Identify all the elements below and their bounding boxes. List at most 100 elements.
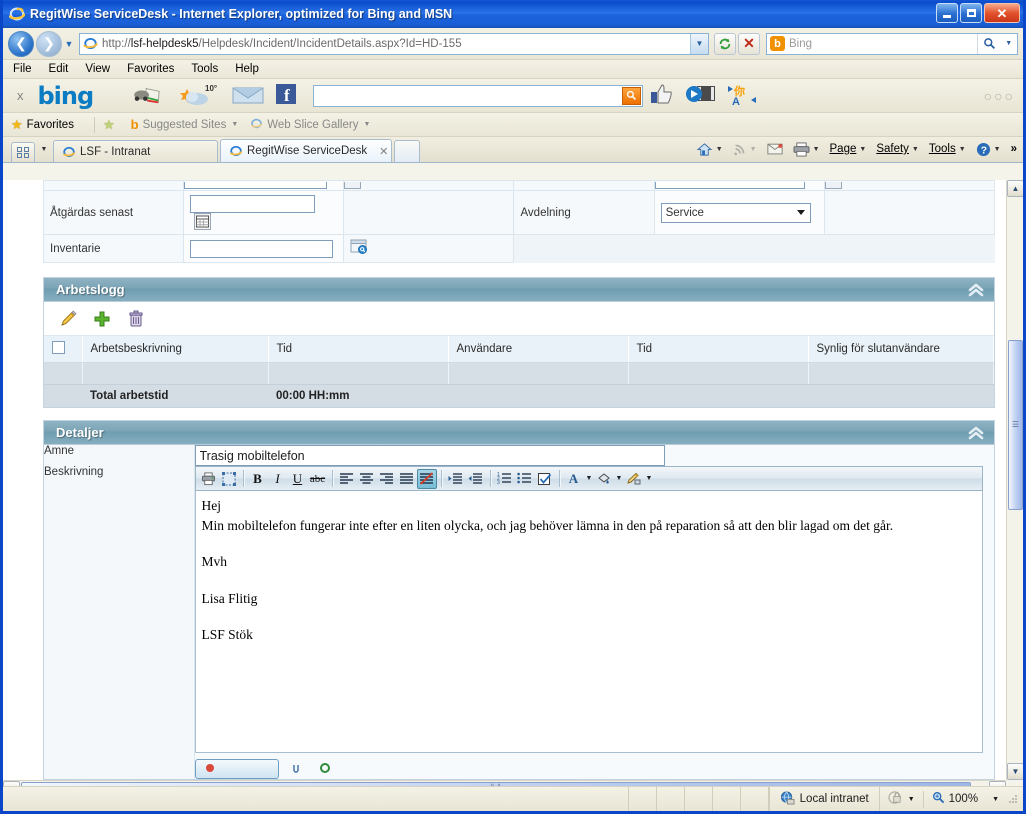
- web-slice-gallery-button[interactable]: Web Slice Gallery ▼: [250, 117, 370, 133]
- inventarie-lookup-button[interactable]: [350, 239, 368, 258]
- font-color-icon[interactable]: A: [564, 469, 584, 489]
- menu-item-view[interactable]: View: [85, 63, 110, 75]
- search-dropdown-icon[interactable]: ▼: [1005, 40, 1012, 47]
- address-dropdown-icon[interactable]: ▼: [690, 33, 708, 54]
- bullet-list-icon[interactable]: [515, 469, 535, 489]
- grid-col-tid[interactable]: Tid: [268, 336, 449, 363]
- quick-tabs-button[interactable]: [11, 142, 35, 162]
- back-button[interactable]: ❮: [8, 30, 34, 57]
- grid-col-synlig[interactable]: Synlig för slutanvändare: [808, 336, 994, 363]
- print-button[interactable]: ▼: [793, 141, 820, 157]
- vertical-scroll-thumb[interactable]: ☰: [1008, 340, 1023, 510]
- align-justify-icon[interactable]: [397, 469, 417, 489]
- amne-input[interactable]: [194, 445, 665, 466]
- chevron-down-icon[interactable]: ▼: [716, 146, 723, 153]
- maximize-button[interactable]: [960, 3, 982, 23]
- video-icon[interactable]: [685, 83, 717, 109]
- print-icon[interactable]: [199, 469, 219, 489]
- attach-link[interactable]: [291, 762, 307, 777]
- select-all-checkbox[interactable]: [52, 341, 65, 354]
- strikethrough-icon[interactable]: abc: [308, 469, 328, 489]
- edit-icon[interactable]: [58, 309, 78, 329]
- recent-pages-dropdown[interactable]: ▼: [62, 39, 76, 49]
- align-center-icon[interactable]: [357, 469, 377, 489]
- tab-close-icon[interactable]: ✕: [379, 145, 388, 158]
- align-left-icon[interactable]: [337, 469, 357, 489]
- read-mail-button[interactable]: [767, 143, 783, 156]
- address-bar[interactable]: http://lsf-helpdesk5/Helpdesk/Incident/I…: [79, 32, 709, 55]
- remove-format-icon[interactable]: [416, 468, 437, 489]
- chevron-down-icon[interactable]: ▼: [813, 146, 820, 153]
- menu-item-edit[interactable]: Edit: [49, 63, 69, 75]
- align-right-icon[interactable]: [377, 469, 397, 489]
- security-zone-indicator[interactable]: Local intranet: [768, 786, 880, 811]
- format-painter-icon[interactable]: [624, 469, 644, 489]
- weather-icon[interactable]: 10°: [177, 83, 221, 109]
- grid-col-arbetsbeskrivning[interactable]: Arbetsbeskrivning: [82, 336, 269, 363]
- zoom-control[interactable]: 100% ▼: [924, 791, 1007, 807]
- safety-menu-button[interactable]: Safety ▼: [876, 143, 919, 155]
- partial-select-2[interactable]: [654, 182, 805, 189]
- close-button[interactable]: ✕: [984, 3, 1020, 23]
- refresh-button[interactable]: [714, 32, 736, 55]
- search-submit[interactable]: ▼: [977, 33, 1017, 54]
- grid-col-anvandare[interactable]: Användare: [448, 336, 629, 363]
- new-tab-button[interactable]: [394, 140, 420, 162]
- home-button[interactable]: ▼: [696, 142, 723, 157]
- partial-picker-button-2[interactable]: [824, 182, 842, 189]
- bing-search-submit[interactable]: [622, 86, 642, 105]
- beskrivning-body[interactable]: Hej Min mobiltelefon fungerar inte efter…: [194, 491, 983, 753]
- bing-logo[interactable]: bing: [38, 82, 95, 110]
- bing-search-input[interactable]: [313, 84, 644, 107]
- chevron-down-icon[interactable]: ▼: [992, 796, 999, 803]
- chevron-down-icon[interactable]: ▼: [231, 121, 238, 128]
- favorites-button[interactable]: ★ Favorites: [11, 117, 74, 133]
- add-to-favorites-bar-button[interactable]: ★: [103, 117, 119, 133]
- collapse-section-button[interactable]: [966, 280, 986, 303]
- collapse-section-button[interactable]: [966, 423, 986, 446]
- forward-button[interactable]: ❯: [36, 30, 62, 57]
- minimize-button[interactable]: [936, 3, 958, 23]
- feeds-button[interactable]: ▼: [733, 142, 757, 156]
- browser-search-box[interactable]: b Bing ▼: [766, 32, 1018, 55]
- bing-toolbar-close-icon[interactable]: x: [17, 88, 24, 103]
- chevron-down-icon[interactable]: ▼: [363, 121, 370, 128]
- resize-grip-icon[interactable]: [1007, 793, 1019, 805]
- like-icon[interactable]: [649, 83, 675, 109]
- translate-icon[interactable]: 你 A: [727, 83, 759, 109]
- grid-col-tid-2[interactable]: Tid: [628, 336, 809, 363]
- indent-increase-icon[interactable]: [446, 469, 466, 489]
- maps-icon[interactable]: [133, 83, 167, 109]
- scroll-up-button[interactable]: ▲: [1007, 180, 1023, 197]
- indent-decrease-icon[interactable]: [466, 469, 486, 489]
- checkbox-icon[interactable]: [535, 469, 555, 489]
- suggested-sites-button[interactable]: b Suggested Sites ▼: [131, 117, 239, 132]
- facebook-icon[interactable]: f: [275, 83, 297, 109]
- fill-color-icon[interactable]: [594, 469, 614, 489]
- menu-item-favorites[interactable]: Favorites: [127, 63, 174, 75]
- menu-item-help[interactable]: Help: [235, 63, 259, 75]
- atgardas-senast-input[interactable]: [190, 195, 316, 213]
- tools-menu-button[interactable]: Tools ▼: [929, 143, 966, 155]
- underline-icon[interactable]: U: [288, 469, 308, 489]
- bing-toolbar-overflow[interactable]: ○○○: [984, 88, 1015, 104]
- menu-item-tools[interactable]: Tools: [191, 63, 218, 75]
- save-button[interactable]: [194, 759, 279, 779]
- format-painter-dropdown[interactable]: ▼: [644, 469, 654, 489]
- calendar-picker-button[interactable]: [194, 213, 212, 230]
- fill-color-dropdown[interactable]: ▼: [614, 469, 624, 489]
- help-menu-button[interactable]: ? ▼: [976, 142, 1001, 157]
- avdelning-select[interactable]: Service: [660, 202, 811, 223]
- stop-button[interactable]: ✕: [738, 32, 760, 55]
- tab-lsf-intranat[interactable]: LSF - Intranat: [53, 140, 218, 162]
- tab-regitwise-servicedesk[interactable]: RegitWise ServiceDesk ✕: [220, 139, 392, 162]
- italic-icon[interactable]: I: [268, 469, 288, 489]
- scroll-down-button[interactable]: ▼: [1007, 763, 1023, 780]
- vertical-scrollbar[interactable]: ▲ ☰ ▼: [1006, 180, 1023, 780]
- inventarie-input[interactable]: [190, 239, 334, 258]
- bold-icon[interactable]: B: [248, 469, 268, 489]
- partial-text-input[interactable]: [184, 182, 328, 189]
- partial-picker-button[interactable]: [344, 182, 362, 189]
- add-icon[interactable]: [92, 309, 112, 329]
- refresh-link[interactable]: [319, 762, 335, 777]
